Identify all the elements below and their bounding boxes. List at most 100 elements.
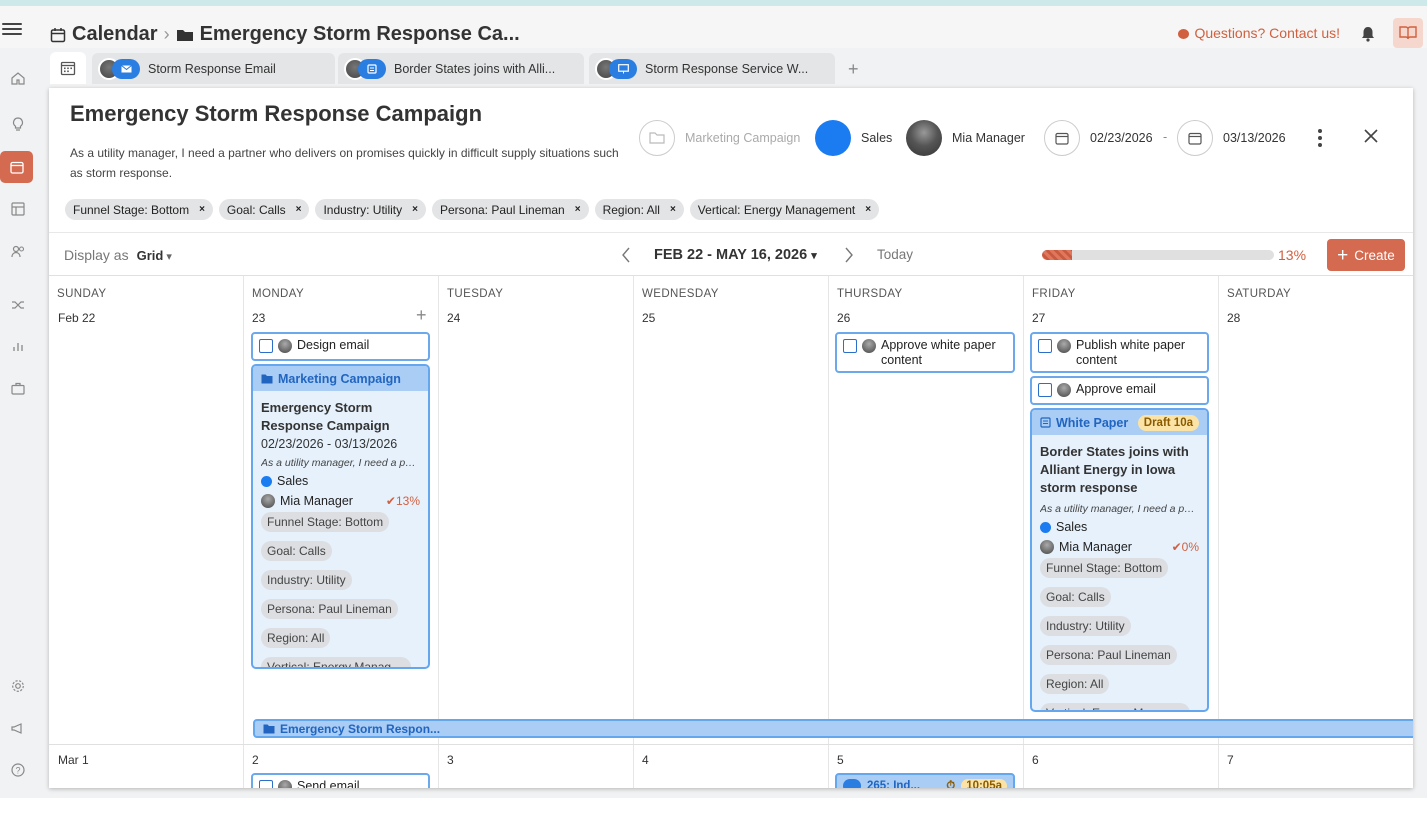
event-time: 10:05a [961,779,1007,788]
questions-contact-link[interactable]: Questions? Contact us! [1178,25,1340,41]
calendar-icon [1177,120,1213,156]
today-button[interactable]: Today [877,247,913,262]
card-tag: Goal: Calls [1040,587,1111,607]
task-approve-email[interactable]: Approve email [1030,376,1209,405]
task-checkbox[interactable] [1038,383,1052,397]
gear-icon [12,680,24,692]
end-date-chip[interactable]: 03/13/2026 [1177,120,1286,156]
campaign-panel: Emergency Storm Response Campaign As a u… [49,88,1413,788]
webinar-event[interactable]: 265: Ind... ⏱ 10:05a [835,773,1015,788]
breadcrumb: Calendar › Emergency Storm Response Ca..… [50,23,520,46]
avatar [1057,339,1071,353]
tag-label: Goal: Calls [226,202,286,217]
avatar [278,339,292,353]
start-date-chip[interactable]: 02/23/2026 [1044,120,1153,156]
white-paper-card[interactable]: White Paper Draft 10a Border States join… [1030,408,1209,712]
day-number: 25 [642,311,656,325]
span-bar-label: Emergency Storm Respon... [280,721,441,736]
sidebar-item-workflows[interactable] [4,291,32,319]
tag-chip[interactable]: Region: All × [594,199,684,220]
card-dates: 02/23/2026 - 03/13/2026 [261,437,398,451]
sidebar-item-announcements[interactable] [4,714,32,742]
campaign-span-bar[interactable]: Emergency Storm Respon... [253,719,1413,738]
display-as-label: Display as [64,247,129,263]
tag-chip[interactable]: Goal: Calls × [218,199,310,220]
campaign-type-chip[interactable]: Marketing Campaign [639,120,800,156]
chevron-left-icon[interactable] [621,247,631,263]
tag-label: Vertical: Energy Management [697,202,856,217]
task-checkbox[interactable] [1038,339,1052,353]
tab-border-states-white-paper[interactable]: Border States joins with Alli... [338,53,584,84]
remove-tag-icon[interactable]: × [199,204,205,215]
chevron-right-icon[interactable] [844,247,854,263]
sidebar-item-assets[interactable] [4,374,32,402]
questions-contact-label: Questions? Contact us! [1194,25,1340,41]
card-type-header: White Paper Draft 10a [1032,410,1207,435]
sidebar-item-people[interactable] [4,237,32,265]
display-mode-select[interactable]: Grid [137,248,164,263]
task-design-email[interactable]: Design email [251,332,430,361]
calendar-tab[interactable] [50,52,86,84]
sidebar-item-board[interactable] [4,195,32,223]
day-header-sunday: SUNDAY [57,288,107,300]
task-checkbox[interactable] [259,339,273,353]
tab-label: Storm Response Email [148,61,276,76]
task-approve-white-paper[interactable]: Approve white paper content [835,332,1015,373]
clock-icon: ⏱ [946,779,956,789]
tag-chip[interactable]: Industry: Utility × [315,199,426,220]
date-separator: - [1163,130,1168,144]
book-icon [1399,26,1417,40]
tag-chip[interactable]: Persona: Paul Lineman × [431,199,589,220]
folder-icon [263,724,275,733]
guide-book-button[interactable] [1393,18,1423,48]
task-send-email[interactable]: Send email [251,773,430,788]
day-number: Mar 1 [58,753,89,767]
create-button[interactable]: + Create [1327,239,1405,271]
task-label: Send email [297,779,360,788]
help-icon: ? [11,763,25,777]
sidebar-item-help[interactable]: ? [4,756,32,784]
task-checkbox[interactable] [843,339,857,353]
bell-icon[interactable] [1361,26,1375,42]
card-tag: Region: All [261,628,331,648]
tab-storm-response-service[interactable]: Storm Response Service W... [589,53,835,84]
breadcrumb-calendar[interactable]: Calendar [72,23,158,46]
sidebar-item-home[interactable] [4,64,32,92]
day-number: Feb 22 [58,311,96,325]
task-label: Approve email [1076,382,1156,396]
chat-bubble-icon [1178,29,1190,39]
day-number: 6 [1032,753,1039,767]
calendar-grid-icon [60,61,76,76]
sidebar-item-calendar[interactable] [0,151,33,183]
card-type-header: Marketing Campaign [253,366,428,391]
remove-tag-icon[interactable]: × [865,204,871,215]
remove-tag-icon[interactable]: × [412,204,418,215]
task-checkbox[interactable] [259,780,273,788]
chevron-down-icon[interactable]: ▾ [166,251,172,263]
sidebar-item-settings[interactable] [4,672,32,700]
remove-tag-icon[interactable]: × [575,204,581,215]
date-range-select[interactable]: FEB 22 - MAY 16, 2026 ▾ [654,247,817,263]
menu-icon[interactable] [2,20,22,38]
tag-chip[interactable]: Funnel Stage: Bottom × [65,199,213,220]
owner-chip[interactable]: Mia Manager [906,120,1025,156]
remove-tag-icon[interactable]: × [670,204,676,215]
close-icon[interactable] [1363,128,1379,144]
campaign-progress-bar [1042,250,1274,260]
remove-tag-icon[interactable]: × [296,204,302,215]
team-chip[interactable]: Sales [815,120,892,156]
add-tab-button[interactable]: + [848,59,859,80]
tab-storm-response-email[interactable]: Storm Response Email [92,53,335,84]
campaign-card[interactable]: Marketing Campaign Emergency Storm Respo… [251,364,430,669]
tag-chip[interactable]: Vertical: Energy Management × [689,199,880,220]
more-options-icon[interactable] [1318,129,1322,150]
sidebar-item-ideas[interactable] [4,110,32,138]
briefcase-icon [11,382,25,395]
card-tag: Funnel Stage: Bottom [261,512,390,532]
end-date: 03/13/2026 [1223,131,1286,145]
sidebar-item-analytics[interactable] [4,332,32,360]
add-item-button[interactable]: + [416,305,427,326]
task-publish-white-paper[interactable]: Publish white paper content [1030,332,1209,373]
calendar-icon [9,161,24,174]
day-number: 28 [1227,311,1241,325]
